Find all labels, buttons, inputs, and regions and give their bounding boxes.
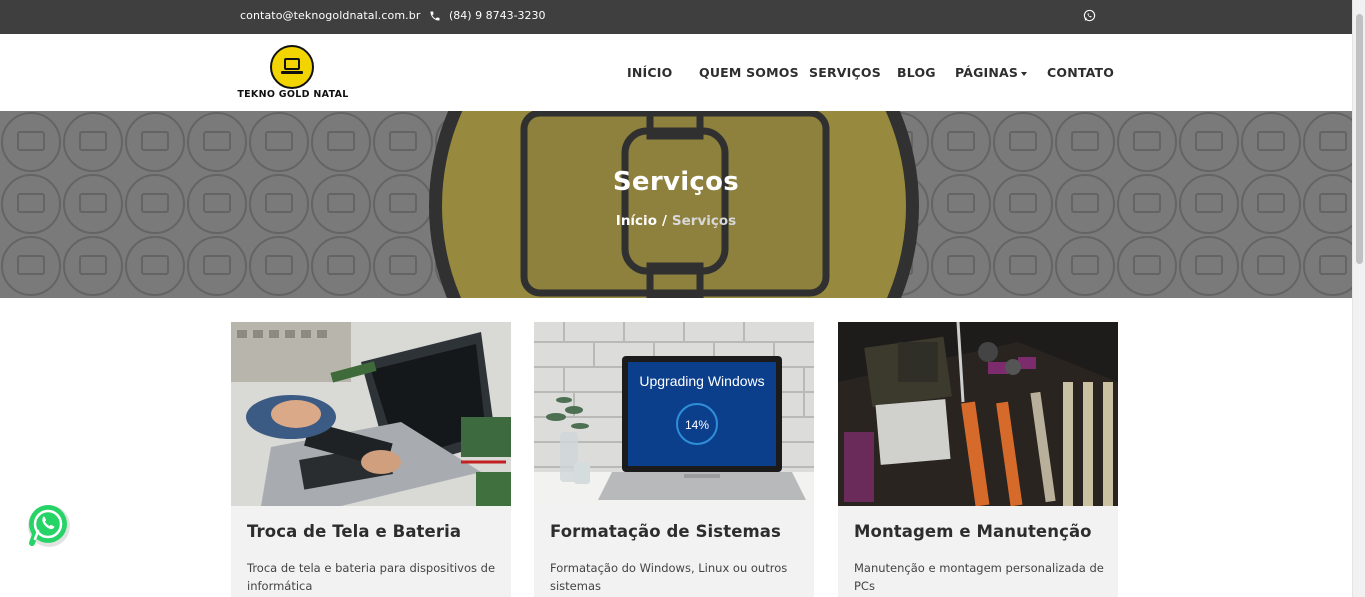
nav-item-servicos[interactable]: SERVIÇOS xyxy=(809,65,881,80)
service-image-screen-repair xyxy=(231,322,511,506)
service-title[interactable]: Montagem e Manutenção xyxy=(854,522,1092,541)
breadcrumb-current: Serviços xyxy=(671,213,737,229)
phone-number: (84) 9 8743-3230 xyxy=(449,9,546,22)
service-image-system-formatting: Upgrading Windows 14% xyxy=(534,322,814,506)
contact-phone[interactable]: (84) 9 8743-3230 xyxy=(429,9,546,22)
page-hero: Serviços Início / Serviços xyxy=(0,111,1352,298)
nav-item-inicio[interactable]: INÍCIO xyxy=(627,65,672,80)
service-image-pc-assembly xyxy=(838,322,1118,506)
caret-down-icon xyxy=(1021,71,1028,76)
scrollbar-thumb[interactable] xyxy=(1356,14,1363,264)
page-title: Serviços xyxy=(612,167,740,197)
nav-item-paginas[interactable]: PÁGINAS xyxy=(955,65,1028,80)
service-description: Troca de tela e bateria para dispositivo… xyxy=(247,561,496,593)
breadcrumb-home[interactable]: Início xyxy=(616,213,657,229)
nav-item-paginas-label: PÁGINAS xyxy=(955,65,1019,80)
logo-text: TEKNO GOLD NATAL xyxy=(237,89,349,100)
contact-email[interactable]: contato@teknogoldnatal.com.br xyxy=(240,9,420,22)
page-scrollbar[interactable] xyxy=(1352,0,1365,597)
service-description: Manutenção e montagem personalizada de P… xyxy=(854,561,1104,593)
whatsapp-float-button[interactable] xyxy=(24,501,72,549)
service-title[interactable]: Troca de Tela e Bateria xyxy=(247,522,461,541)
service-card[interactable]: Troca de Tela e Bateria Troca de tela e … xyxy=(231,322,511,597)
whatsapp-icon[interactable] xyxy=(1083,9,1096,22)
breadcrumb-separator: / xyxy=(661,213,667,229)
service-card[interactable]: Montagem e Manutenção Manutenção e monta… xyxy=(838,322,1118,597)
nav-item-contato[interactable]: CONTATO xyxy=(1047,65,1114,80)
phone-icon xyxy=(430,11,440,20)
service-title[interactable]: Formatação de Sistemas xyxy=(550,522,781,541)
site-header: TEKNO GOLD NATAL INÍCIO QUEM SOMOS SERVI… xyxy=(0,34,1352,111)
nav-item-blog[interactable]: BLOG xyxy=(897,65,936,80)
service-description: Formatação do Windows, Linux ou outros s… xyxy=(550,561,788,593)
screen-progress-text: 14% xyxy=(685,418,709,432)
nav-item-quem-somos[interactable]: QUEM SOMOS xyxy=(699,65,799,80)
whatsapp-icon xyxy=(28,505,70,547)
top-bar: contato@teknogoldnatal.com.br (84) 9 874… xyxy=(0,0,1352,34)
breadcrumb: Início / Serviços xyxy=(0,213,1352,229)
screen-upgrading-text: Upgrading Windows xyxy=(639,373,764,389)
service-card[interactable]: Upgrading Windows 14% Formatação de Sist… xyxy=(534,322,814,597)
main-nav: INÍCIO QUEM SOMOS SERVIÇOS BLOG PÁGINAS … xyxy=(0,65,1352,81)
